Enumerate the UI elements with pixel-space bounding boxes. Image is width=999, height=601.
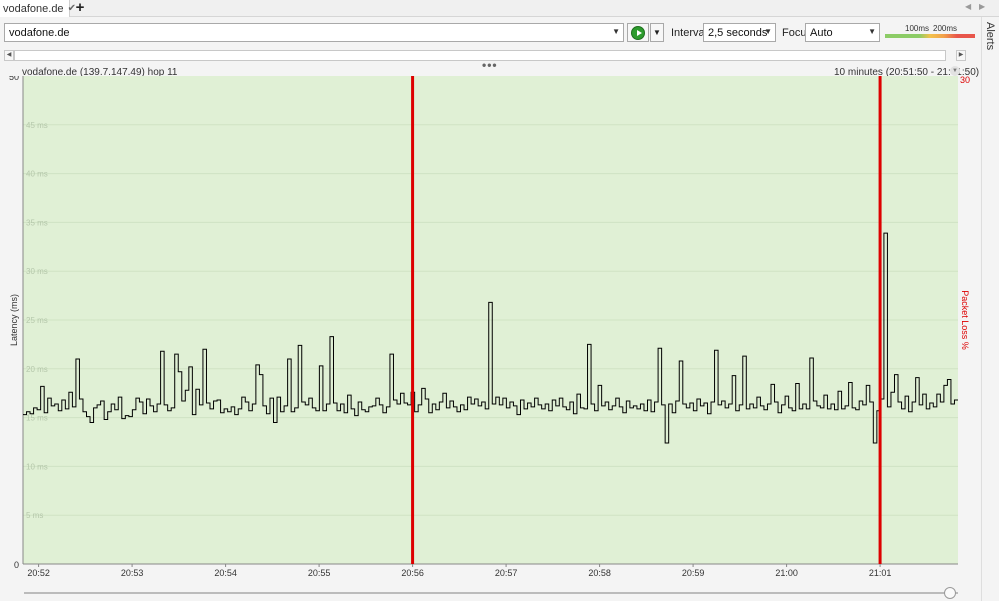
tab-vodafone[interactable]: vodafone.de ✔ bbox=[0, 0, 76, 17]
tab-strip: vodafone.de ✔ + ◀ ▶ bbox=[0, 0, 999, 17]
y-tick-label: 5 ms bbox=[26, 511, 43, 520]
chevron-down-icon[interactable]: ▼ bbox=[612, 27, 620, 36]
chevron-down-icon: ▼ bbox=[764, 27, 772, 36]
x-tick-label: 20:53 bbox=[121, 568, 144, 578]
scroll-tabs-right-icon[interactable]: ▶ bbox=[979, 2, 985, 11]
interval-value: 2,5 seconds bbox=[708, 27, 768, 39]
y-tick-label: 50 bbox=[9, 76, 19, 82]
scrollbar-track[interactable] bbox=[14, 50, 946, 61]
y2-tick-label: 30 bbox=[960, 76, 970, 85]
y-tick-label: 25 ms bbox=[26, 316, 48, 325]
tab-label: vodafone.de bbox=[3, 2, 64, 15]
x-tick-label: 20:57 bbox=[495, 568, 518, 578]
x-tick-label: 21:00 bbox=[775, 568, 798, 578]
trace-options-dropdown[interactable]: ▼ bbox=[650, 23, 664, 42]
start-trace-button[interactable] bbox=[627, 23, 649, 42]
y-tick-label: 0 bbox=[14, 560, 19, 570]
chevron-down-icon: ▼ bbox=[868, 27, 876, 36]
legend-100-label: 100ms bbox=[905, 24, 930, 33]
y-tick-label: 35 ms bbox=[26, 218, 48, 227]
x-tick-label: 20:55 bbox=[308, 568, 331, 578]
slider-track[interactable] bbox=[24, 592, 958, 594]
interval-select[interactable]: 2,5 seconds ▼ bbox=[703, 23, 776, 42]
scroll-tabs-left-icon[interactable]: ◀ bbox=[965, 2, 971, 11]
x-tick-label: 20:56 bbox=[401, 568, 424, 578]
y2-axis-title: Packet Loss % bbox=[960, 290, 970, 350]
latency-color-legend: 100ms 200ms bbox=[885, 23, 975, 41]
slider-thumb[interactable] bbox=[944, 587, 956, 599]
scroll-left-icon[interactable]: ◀ bbox=[4, 50, 14, 61]
time-slider[interactable] bbox=[24, 587, 958, 599]
y-tick-label: 15 ms bbox=[26, 414, 48, 423]
alerts-sidebar[interactable] bbox=[981, 17, 999, 601]
target-value: vodafone.de bbox=[9, 27, 70, 39]
x-tick-label: 20:52 bbox=[27, 568, 50, 578]
x-tick-label: 20:54 bbox=[214, 568, 237, 578]
play-icon bbox=[631, 25, 645, 40]
focus-select[interactable]: Auto ▼ bbox=[805, 23, 880, 42]
y-tick-label: 10 ms bbox=[26, 462, 48, 471]
legend-200-label: 200ms bbox=[933, 24, 958, 33]
add-tab-button[interactable]: + bbox=[73, 0, 87, 17]
y-tick-label: 20 ms bbox=[26, 365, 48, 374]
y-tick-label: 45 ms bbox=[26, 121, 48, 130]
splitter-handle-icon[interactable]: ••• bbox=[482, 58, 498, 72]
scroll-right-icon[interactable]: ▶ bbox=[956, 50, 966, 61]
x-tick-label: 21:01 bbox=[869, 568, 892, 578]
chevron-down-icon[interactable]: ▼ bbox=[950, 66, 960, 76]
focus-value: Auto bbox=[810, 27, 833, 39]
y-axis-title: Latency (ms) bbox=[9, 294, 19, 346]
target-input[interactable]: vodafone.de ▼ bbox=[4, 23, 624, 42]
y-tick-label: 40 ms bbox=[26, 170, 48, 179]
legend-gradient-bar bbox=[885, 34, 975, 38]
y-tick-label: 30 ms bbox=[26, 267, 48, 276]
alerts-label[interactable]: Alerts bbox=[984, 22, 996, 50]
latency-chart[interactable]: 0 5 ms 10 ms 15 ms 20 ms 25 ms 30 ms 35 ms 40 ms… bbox=[0, 76, 980, 582]
interval-label: Interval bbox=[671, 27, 708, 39]
x-tick-label: 20:59 bbox=[682, 568, 705, 578]
x-tick-label: 20:58 bbox=[588, 568, 611, 578]
